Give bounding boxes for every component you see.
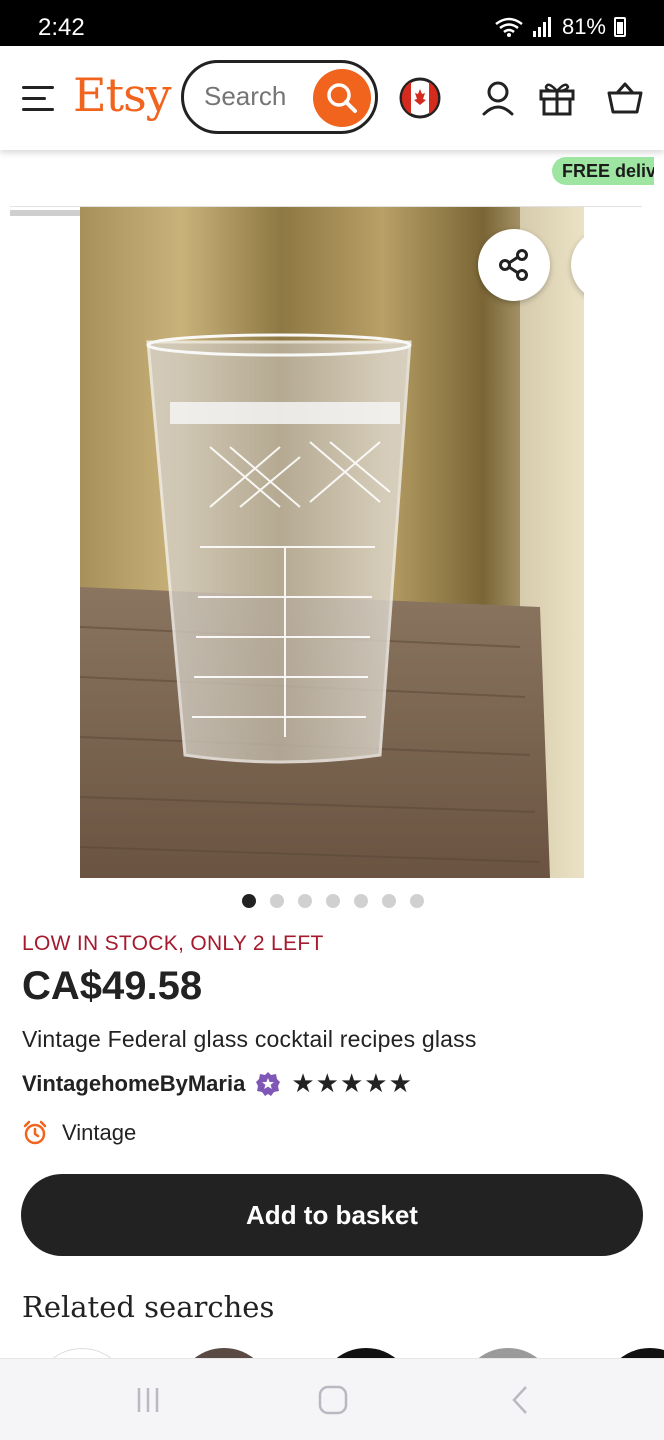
pagination-dot[interactable] xyxy=(270,894,284,908)
menu-icon[interactable] xyxy=(22,86,54,112)
battery-icon xyxy=(614,17,626,37)
system-nav-bar xyxy=(0,1358,664,1440)
category-label: Vintage xyxy=(62,1120,137,1145)
pagination-dot[interactable] xyxy=(410,894,424,908)
pagination-dot[interactable] xyxy=(242,894,256,908)
canada-flag-icon xyxy=(399,77,441,119)
pagination-dot[interactable] xyxy=(326,894,340,908)
search-icon xyxy=(327,83,357,113)
image-pagination[interactable] xyxy=(242,894,424,908)
share-icon xyxy=(499,249,528,281)
alarm-clock-icon xyxy=(23,1120,47,1145)
vintage-info: Vintage xyxy=(22,1120,136,1146)
basket-button[interactable] xyxy=(603,76,647,120)
share-button[interactable] xyxy=(478,229,550,301)
product-image[interactable] xyxy=(80,207,584,878)
gift-button[interactable] xyxy=(535,76,579,120)
pagination-dot[interactable] xyxy=(382,894,396,908)
stock-status: LOW IN STOCK, ONLY 2 LEFT xyxy=(22,932,324,955)
status-time: 2:42 xyxy=(38,14,85,41)
seller-info: VintagehomeByMaria ★★★★★ xyxy=(22,1068,413,1099)
gift-icon xyxy=(539,83,575,116)
status-bar: 2:42 81% xyxy=(0,0,664,46)
account-button[interactable] xyxy=(476,76,520,120)
basket-icon xyxy=(607,82,643,114)
star-seller-badge-icon xyxy=(256,1071,281,1096)
free-delivery-badge: FREE deliv xyxy=(552,157,654,185)
related-searches-heading: Related searches xyxy=(22,1290,275,1324)
search-button[interactable] xyxy=(313,69,371,127)
home-button[interactable] xyxy=(313,1385,353,1415)
product-photo-illustration xyxy=(80,207,584,878)
signal-icon xyxy=(532,17,551,37)
add-to-basket-button[interactable]: Add to basket xyxy=(21,1174,643,1256)
back-button[interactable] xyxy=(500,1385,540,1415)
site-header: Etsy xyxy=(0,46,664,150)
etsy-logo[interactable]: Etsy xyxy=(73,68,172,122)
recent-apps-icon xyxy=(137,1388,159,1412)
region-button[interactable] xyxy=(398,76,442,120)
search-input[interactable] xyxy=(204,81,314,112)
pagination-dot[interactable] xyxy=(354,894,368,908)
seller-name[interactable]: VintagehomeByMaria xyxy=(22,1071,245,1097)
back-icon xyxy=(512,1386,527,1414)
pagination-dot[interactable] xyxy=(298,894,312,908)
product-title: Vintage Federal glass cocktail recipes g… xyxy=(22,1026,477,1052)
recent-apps-button[interactable] xyxy=(128,1385,168,1415)
status-icons: 81% xyxy=(494,14,626,40)
battery-percent: 81% xyxy=(561,14,606,39)
search-bar[interactable] xyxy=(181,60,378,134)
product-price: CA$49.58 xyxy=(22,964,203,1008)
account-icon xyxy=(482,81,514,116)
loading-indicator xyxy=(10,210,80,216)
wifi-icon xyxy=(495,17,523,37)
rating-stars: ★★★★★ xyxy=(291,1068,413,1098)
home-icon xyxy=(318,1385,348,1415)
